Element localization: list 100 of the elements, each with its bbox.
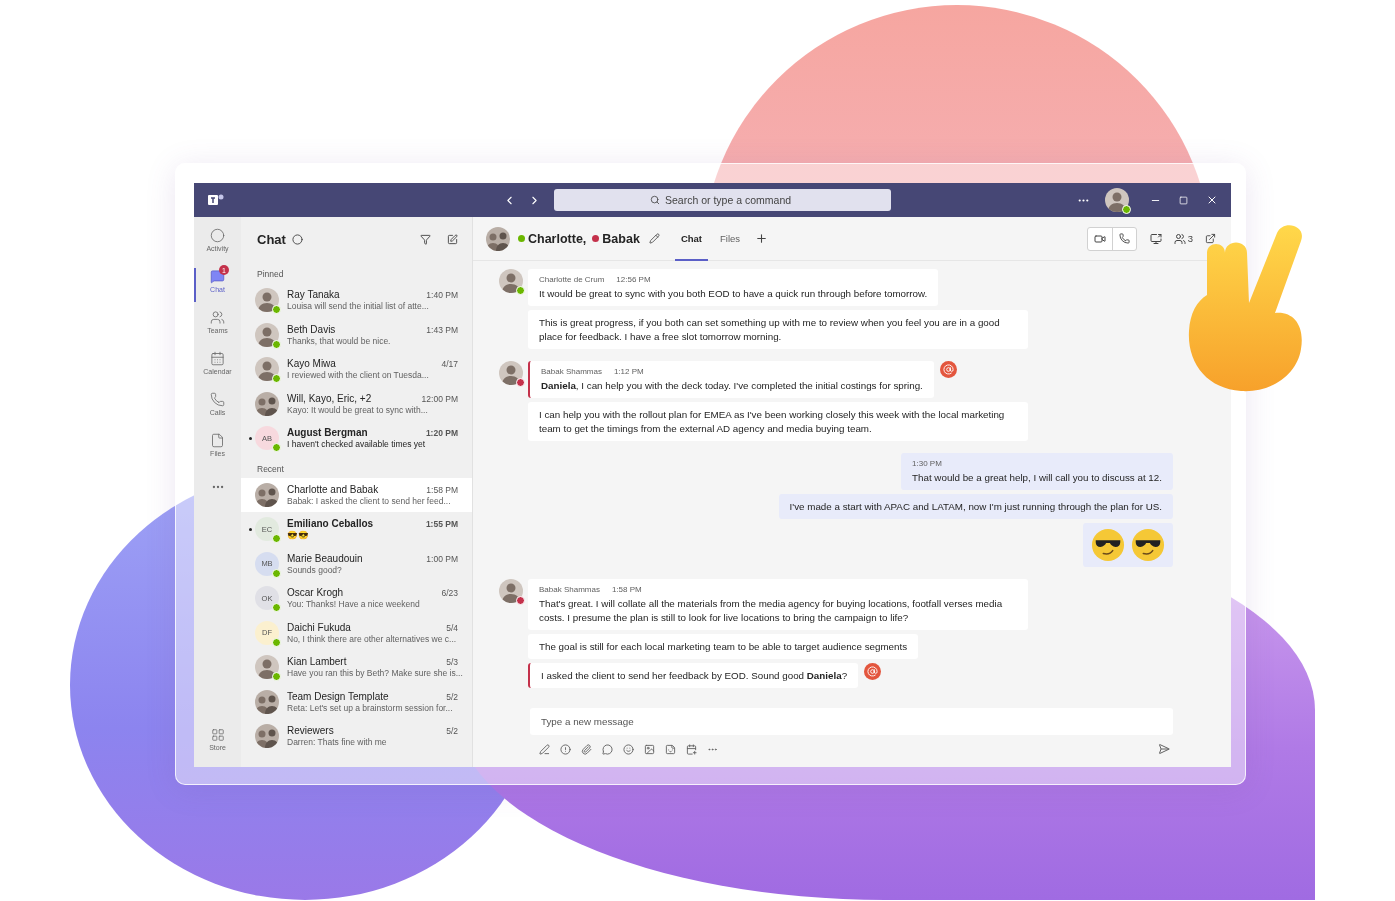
- message-text: I've made a start with APAC and LATAM, now I'm just running through the plan for US.: [789, 501, 1162, 512]
- contact-name: Kian Lambert: [287, 656, 347, 668]
- sender-name: Babak Shammas: [541, 366, 602, 378]
- paperclip-icon: [581, 743, 592, 755]
- plus-icon: [755, 232, 769, 245]
- contact-name: Daichi Fukuda: [287, 621, 351, 633]
- app-logo-icon: [208, 193, 224, 207]
- sender-avatar: [499, 579, 523, 603]
- chat-time: 1:55 PM: [425, 519, 458, 530]
- group-avatar: [486, 226, 510, 251]
- mention-icon: [864, 663, 882, 680]
- chat-list-item[interactable]: Team Design Template 5/2 Reta: Let's set up a brainstorm session for...: [241, 684, 472, 719]
- calendar-icon: [210, 351, 225, 366]
- message-text: The goal is still for each local marketing team to be able to target audience segments: [539, 641, 908, 652]
- contact-name: Oscar Krogh: [287, 587, 344, 599]
- chat-list-item[interactable]: Will, Kayo, Eric, +2 12:00 PM Kayo: It would be great to sync with...: [241, 386, 472, 421]
- chat-list-item[interactable]: Kayo Miwa 4/17 I reviewed with the client on Tuesda...: [241, 352, 472, 387]
- message-preview: Darren: Thats fine with me: [287, 737, 388, 748]
- contact-name: Team Design Template: [287, 690, 389, 702]
- chat-list-item[interactable]: Reviewers 5/2 Darren: Thats fine with me: [241, 719, 472, 754]
- chat-time: 12:00 PM: [421, 393, 458, 404]
- message-text: I can help you with the rollout plan for EMEA as I've been working closely this week with the local marketing team to get the timings from the external AD agency and media buying team.: [539, 409, 1005, 434]
- circle-icon: [210, 228, 225, 243]
- chat-time: 1:00 PM: [426, 553, 458, 564]
- contact-name: Kayo Miwa: [287, 358, 336, 370]
- chat-list-item[interactable]: Beth Davis 1:43 PM Thanks, that would be nice.: [241, 317, 472, 352]
- section-label: Pinned: [256, 268, 285, 281]
- participants-button[interactable]: 3: [1170, 229, 1196, 248]
- contact-name: Charlotte and Babak: [287, 483, 379, 495]
- conversation-tab[interactable]: Chat: [674, 216, 708, 261]
- conversation-tab[interactable]: Files: [714, 216, 747, 261]
- chat-time: 1:20 PM: [425, 428, 458, 439]
- speech-bubble-icon: [602, 743, 613, 755]
- message-text: That would be a great help, I will call you to discuss at 12.: [912, 472, 1162, 483]
- sender-name: Charlotte de Crum: [539, 274, 605, 286]
- chat-time: 1:58 PM: [426, 484, 458, 495]
- calendar-icon: [686, 743, 697, 755]
- message-preview: Reta: Let's set up a brainstorm session for...: [287, 702, 454, 713]
- grid-icon: [210, 728, 225, 742]
- message-input[interactable]: Type a new message: [530, 708, 1173, 735]
- contact-name: Ray Tanaka: [287, 289, 340, 301]
- phone-icon: [1118, 233, 1130, 244]
- compose-icon: [447, 233, 458, 245]
- exclamation-icon: [560, 743, 571, 755]
- chat-time: 5/3: [446, 657, 458, 668]
- unread-dot: [249, 437, 252, 440]
- profile-avatar: [1105, 188, 1129, 212]
- sender-avatar: [499, 361, 523, 385]
- chat-list-item[interactable]: Ray Tanaka 1:40 PM Louisa will send the initial list of atte...: [241, 283, 472, 318]
- message-time: 12:56 PM: [616, 274, 651, 286]
- contact-name: Emiliano Ceballos: [287, 518, 374, 530]
- sunglasses-face-icon: [1131, 528, 1165, 562]
- search-icon: [650, 195, 660, 205]
- image-icon: [644, 743, 655, 755]
- chat-time: 4/17: [441, 359, 458, 370]
- smiley-icon: [623, 743, 634, 755]
- message-text: I asked the client to send her feedback by EOD. Sound good Daniela?: [541, 670, 848, 681]
- message-preview: Kayo: It would be great to sync with...: [287, 404, 429, 415]
- message-preview: Louisa will send the initial list of atte...: [287, 301, 430, 312]
- panel-title: Chat: [257, 231, 286, 247]
- search-field[interactable]: Search or type a command: [665, 194, 795, 206]
- message-preview: Babak: I asked the client to send her feed...: [287, 495, 452, 506]
- message-text: This is great progress, if you both can set something up with me to review when you feel you are in a good place for feedback. I have a free slot tomorrow morning.: [539, 317, 1000, 342]
- close-icon: [1206, 194, 1218, 206]
- contact-name: Will, Kayo, Eric, +2: [287, 392, 372, 404]
- chat-list-item[interactable]: Charlotte and Babak 1:58 PM Babak: I asked the client to send her feed...: [241, 477, 472, 512]
- sunglasses-face-icon: [1091, 528, 1125, 562]
- message-text: It would be great to sync with you both EOD to have a quick run through before tomorrow.: [539, 288, 928, 299]
- people-icon: [210, 310, 225, 325]
- maximize-icon: [1179, 195, 1188, 205]
- chat-time: 1:40 PM: [426, 290, 458, 301]
- unread-dot: [249, 528, 252, 531]
- sender-name: Babak Shammas: [539, 584, 600, 596]
- contact-name: August Bergman: [287, 427, 368, 439]
- message-time: 1:30 PM: [912, 458, 942, 470]
- message-text: Daniela, I can help you with the deck today. I've completed the initial costings for spring.: [541, 380, 923, 391]
- chat-time: 5/2: [446, 726, 458, 737]
- section-label: Recent: [256, 462, 285, 476]
- file-icon: [210, 433, 225, 448]
- message-preview: Sounds good?: [287, 564, 343, 575]
- message-preview: I reviewed with the client on Tuesda...: [287, 370, 430, 381]
- people-icon: [1173, 232, 1186, 245]
- pencil-icon: [648, 233, 660, 244]
- message-preview: I haven't checked available times yet: [287, 439, 427, 450]
- message-preview: Thanks, that would be nice.: [287, 335, 392, 346]
- chat-list-item[interactable]: Kian Lambert 5/3 Have you ran this by Beth? Make sure she is...: [241, 650, 472, 685]
- presence-dot: [1122, 205, 1131, 214]
- chat-time: 6/23: [441, 588, 458, 599]
- pop-out-icon: [1205, 233, 1216, 244]
- message-preview: You: Thanks! Have a nice weekend: [287, 599, 421, 610]
- video-camera-icon: [1093, 232, 1106, 245]
- filter-icon: [420, 233, 431, 245]
- status-circle-icon: [291, 233, 303, 245]
- chat-time: 5/4: [446, 622, 458, 633]
- share-screen-icon: [1149, 232, 1162, 245]
- message-preview: 😎😎: [287, 530, 310, 541]
- contact-name: Marie Beaudouin: [287, 552, 363, 564]
- message-text: That's great. I will collate all the materials from the media agency for buying locations, footfall verses media costs. I presume the plan is still to look for live locations to bring the campaign to life?: [539, 598, 1003, 623]
- send-icon: [1158, 743, 1170, 755]
- sender-avatar: [499, 269, 523, 293]
